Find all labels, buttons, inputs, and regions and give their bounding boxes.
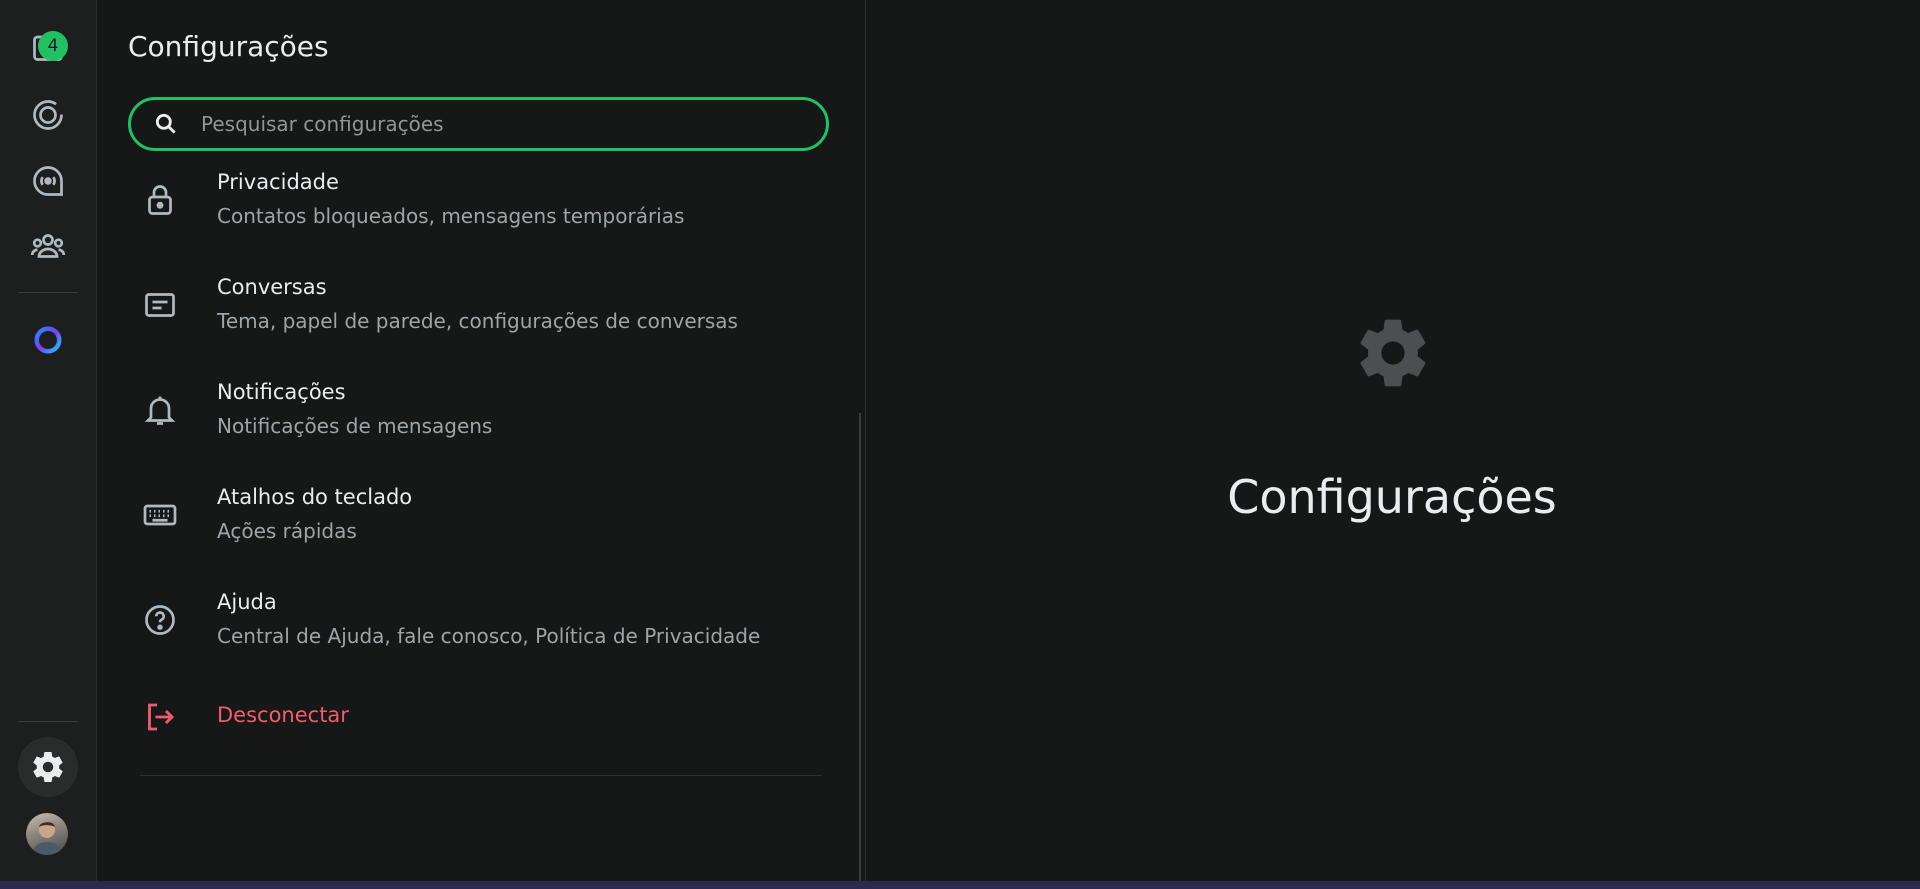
channels-icon bbox=[33, 166, 63, 196]
settings-icon bbox=[33, 752, 63, 783]
item-title: Ajuda bbox=[217, 590, 277, 614]
item-subtitle: Central de Ajuda, fale conosco, Política… bbox=[217, 624, 761, 648]
help-icon bbox=[142, 602, 178, 638]
item-subtitle: Ações rápidas bbox=[217, 519, 357, 543]
profile-avatar[interactable] bbox=[26, 813, 68, 855]
communities-button[interactable] bbox=[18, 216, 78, 276]
window-bottom-edge bbox=[0, 881, 1920, 889]
status-button[interactable] bbox=[18, 85, 78, 145]
meta-ai-button[interactable] bbox=[18, 310, 78, 370]
panel-divider bbox=[140, 775, 822, 776]
bell-icon bbox=[142, 392, 178, 428]
unread-badge: 4 bbox=[38, 31, 68, 61]
page-title: Configurações bbox=[128, 30, 329, 63]
settings-item-chats[interactable]: Conversas Tema, papel de parede, configu… bbox=[128, 265, 829, 345]
settings-item-help[interactable]: Ajuda Central de Ajuda, fale conosco, Po… bbox=[128, 580, 829, 660]
rail-divider-bottom bbox=[18, 721, 78, 722]
panel-scrollbar[interactable] bbox=[859, 413, 861, 881]
settings-button[interactable] bbox=[18, 737, 78, 797]
item-subtitle: Tema, papel de parede, configurações de … bbox=[217, 309, 738, 333]
item-subtitle: Notificações de mensagens bbox=[217, 414, 493, 438]
communities-icon bbox=[30, 234, 66, 258]
settings-item-keyboard-shortcuts[interactable]: Atalhos do teclado Ações rápidas bbox=[128, 475, 829, 555]
avatar-photo bbox=[32, 822, 62, 855]
status-icon bbox=[33, 100, 63, 130]
settings-panel: Configurações Privacidade Contatos bloqu… bbox=[97, 0, 866, 881]
chats-button[interactable]: 4 bbox=[18, 19, 78, 79]
logout-button[interactable]: Desconectar bbox=[128, 677, 829, 757]
search-box[interactable] bbox=[128, 97, 829, 151]
settings-item-privacy[interactable]: Privacidade Contatos bloqueados, mensage… bbox=[128, 160, 829, 240]
settings-item-notifications[interactable]: Notificações Notificações de mensagens bbox=[128, 370, 829, 450]
rail-divider bbox=[18, 292, 78, 293]
main-title: Configurações bbox=[1227, 470, 1557, 524]
search-input[interactable] bbox=[199, 111, 826, 137]
logout-icon bbox=[142, 699, 178, 735]
meta-ai-icon bbox=[34, 326, 62, 354]
app-window: 4 Configurações Pesquisar configurações … bbox=[0, 0, 1920, 881]
item-title: Privacidade bbox=[217, 170, 339, 194]
search-icon bbox=[155, 113, 176, 134]
item-subtitle: Contatos bloqueados, mensagens temporári… bbox=[217, 204, 685, 228]
item-title: Notificações bbox=[217, 380, 346, 404]
lock-icon bbox=[142, 182, 178, 218]
logout-label: Desconectar bbox=[217, 703, 349, 727]
keyboard-icon bbox=[142, 497, 178, 533]
chat-icon bbox=[142, 287, 178, 323]
main-content bbox=[866, 0, 1920, 881]
item-title: Atalhos do teclado bbox=[217, 485, 413, 509]
item-title: Conversas bbox=[217, 275, 327, 299]
gear-icon bbox=[1360, 319, 1426, 387]
channels-button[interactable] bbox=[18, 151, 78, 211]
nav-rail: 4 bbox=[0, 0, 97, 881]
